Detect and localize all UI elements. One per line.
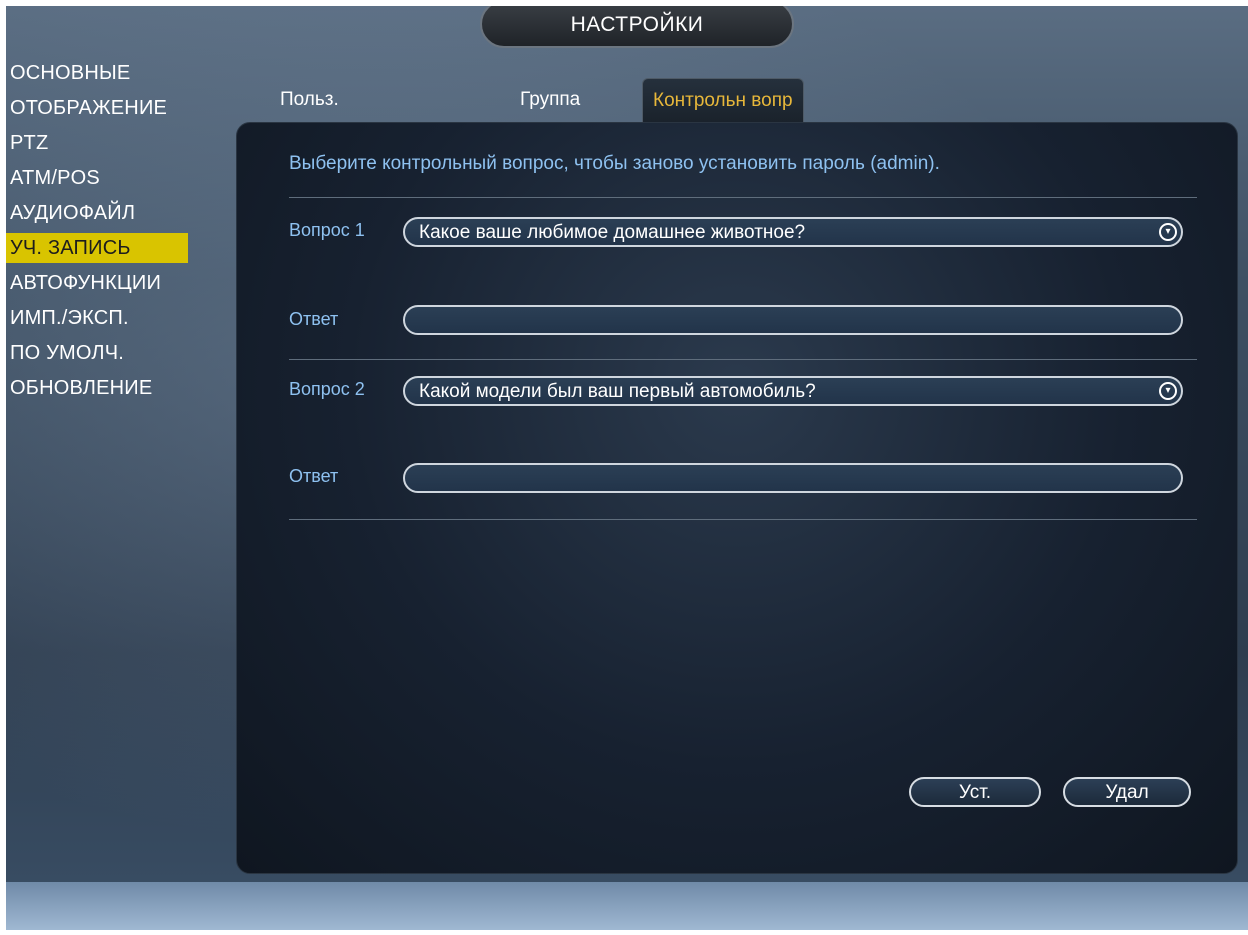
chevron-down-icon[interactable]: ▾ xyxy=(1159,223,1177,241)
answer1-label: Ответ xyxy=(289,309,339,329)
sidebar-item-import-export[interactable]: ИМП./ЭКСП. xyxy=(6,303,228,333)
sidebar-item-default[interactable]: ПО УМОЛЧ. xyxy=(6,338,228,368)
question2-label: Вопрос 2 xyxy=(289,379,365,399)
answer2-label: Ответ xyxy=(289,466,339,486)
question1-label: Вопрос 1 xyxy=(289,220,365,240)
divider xyxy=(289,197,1197,198)
dvr-screen: НАСТРОЙКИ ОСНОВНЫЕ ОТОБРАЖЕНИЕ PTZ ATM/P… xyxy=(6,6,1248,930)
delete-button[interactable]: Удал xyxy=(1063,777,1191,807)
sidebar-item-general[interactable]: ОСНОВНЫЕ xyxy=(6,58,228,88)
window-title: НАСТРОЙКИ xyxy=(480,6,794,48)
set-button[interactable]: Уст. xyxy=(909,777,1041,807)
sidebar-item-account[interactable]: УЧ. ЗАПИСЬ xyxy=(6,233,188,263)
question1-value: Какое ваше любимое домашнее животное? xyxy=(419,222,806,243)
tab-group[interactable]: Группа xyxy=(520,78,580,122)
sidebar-item-display[interactable]: ОТОБРАЖЕНИЕ xyxy=(6,93,228,123)
chevron-down-icon[interactable]: ▾ xyxy=(1159,382,1177,400)
answer1-input[interactable] xyxy=(403,305,1183,335)
instruction-text: Выберите контрольный вопрос, чтобы занов… xyxy=(289,153,940,174)
answer2-input[interactable] xyxy=(403,463,1183,493)
sidebar-menu: ОСНОВНЫЕ ОТОБРАЖЕНИЕ PTZ ATM/POS АУДИОФА… xyxy=(6,58,228,408)
tab-security-question[interactable]: Контрольн вопр xyxy=(642,78,804,123)
security-question-panel: Выберите контрольный вопрос, чтобы занов… xyxy=(236,122,1238,874)
sidebar-item-auto-functions[interactable]: АВТОФУНКЦИИ xyxy=(6,268,228,298)
status-bar xyxy=(6,882,1248,930)
tab-user[interactable]: Польз. xyxy=(280,78,339,122)
question2-select[interactable]: Какой модели был ваш первый автомобиль? … xyxy=(403,376,1183,406)
question2-value: Какой модели был ваш первый автомобиль? xyxy=(419,381,816,402)
sidebar-item-atm-pos[interactable]: ATM/POS xyxy=(6,163,228,193)
divider xyxy=(289,359,1197,360)
question1-select[interactable]: Какое ваше любимое домашнее животное? ▾ xyxy=(403,217,1183,247)
divider xyxy=(289,519,1197,520)
sidebar-item-audio-file[interactable]: АУДИОФАЙЛ xyxy=(6,198,228,228)
sidebar-item-ptz[interactable]: PTZ xyxy=(6,128,228,158)
sidebar-item-update[interactable]: ОБНОВЛЕНИЕ xyxy=(6,373,228,403)
